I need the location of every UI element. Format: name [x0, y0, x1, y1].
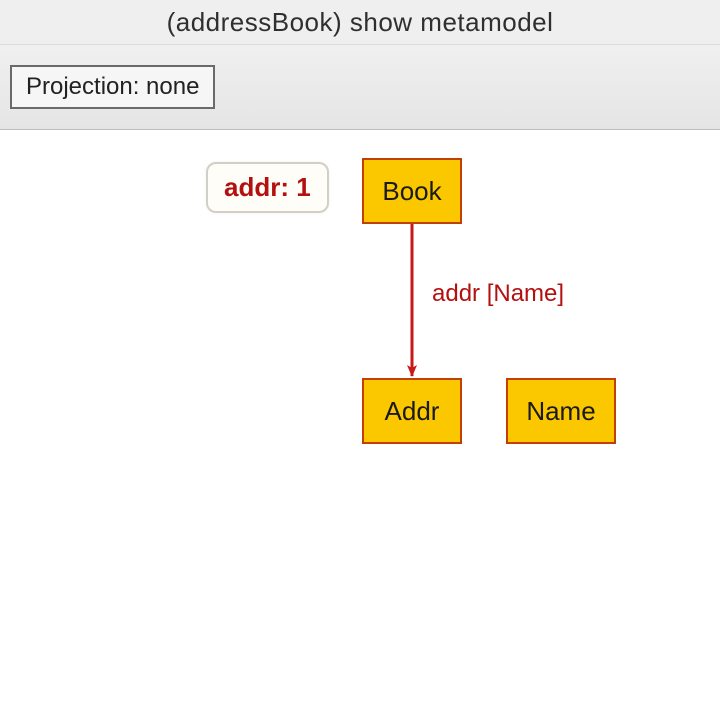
- node-name-label: Name: [526, 396, 595, 427]
- info-bubble-text: addr: 1: [224, 172, 311, 202]
- node-book-label: Book: [382, 176, 441, 207]
- node-addr-label: Addr: [385, 396, 440, 427]
- projection-button-label: Projection: none: [26, 73, 199, 100]
- projection-button[interactable]: Projection: none: [10, 65, 215, 109]
- window-title: (addressBook) show metamodel: [167, 7, 554, 38]
- edge-label-book-addr: addr [Name]: [432, 280, 564, 308]
- window-titlebar: (addressBook) show metamodel: [0, 0, 720, 44]
- edge-label-text: addr [Name]: [432, 280, 564, 307]
- node-book[interactable]: Book: [362, 158, 462, 224]
- diagram-canvas[interactable]: addr: 1 Book Addr Name addr [Name]: [0, 130, 720, 720]
- toolbar: Projection: none: [0, 44, 720, 130]
- node-name[interactable]: Name: [506, 378, 616, 444]
- info-bubble-addr-count: addr: 1: [206, 162, 329, 213]
- node-addr[interactable]: Addr: [362, 378, 462, 444]
